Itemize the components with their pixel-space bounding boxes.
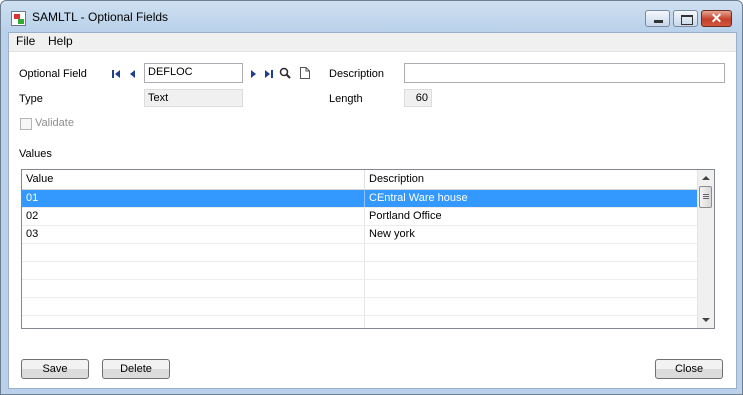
type-value: Text xyxy=(144,89,243,107)
window-title: SAMLTL - Optional Fields xyxy=(32,10,169,24)
empty-row[interactable] xyxy=(22,298,708,316)
title-bar[interactable]: SAMLTL - Optional Fields ✕ xyxy=(1,1,742,32)
close-button[interactable]: Close xyxy=(655,359,723,379)
minimize-icon xyxy=(654,20,663,23)
cell-value: 01 xyxy=(26,192,39,204)
menu-bar: File Help xyxy=(9,33,736,52)
cell-value: 02 xyxy=(26,210,39,222)
save-button[interactable]: Save xyxy=(21,359,89,379)
first-record-icon[interactable] xyxy=(111,67,122,81)
cell-description: New york xyxy=(364,226,708,243)
empty-cell xyxy=(364,298,708,315)
client-area: File Help Optional Field DEFLOC Descript… xyxy=(8,32,737,389)
scroll-up-icon[interactable] xyxy=(702,176,710,180)
search-icon[interactable] xyxy=(279,66,292,80)
validate-label: Validate xyxy=(35,117,74,129)
description-label: Description xyxy=(329,68,385,80)
optional-field-label: Optional Field xyxy=(19,68,87,80)
last-record-icon[interactable] xyxy=(263,67,274,81)
table-row[interactable]: 02 Portland Office xyxy=(22,208,708,226)
grid-header: Value Description xyxy=(22,170,708,190)
menu-help[interactable]: Help xyxy=(45,34,76,48)
menu-file[interactable]: File xyxy=(13,34,38,48)
delete-button[interactable]: Delete xyxy=(102,359,170,379)
previous-record-icon[interactable] xyxy=(127,67,138,81)
validate-checkbox[interactable] xyxy=(20,118,32,130)
scroll-down-icon[interactable] xyxy=(702,318,710,322)
optional-fields-window: SAMLTL - Optional Fields ✕ File Help Opt… xyxy=(0,0,743,395)
new-document-icon[interactable] xyxy=(299,66,311,80)
next-record-icon[interactable] xyxy=(248,67,259,81)
scroll-thumb[interactable] xyxy=(699,186,712,208)
empty-cell xyxy=(364,244,708,261)
empty-cell xyxy=(364,262,708,279)
empty-cell xyxy=(364,280,708,297)
description-input[interactable] xyxy=(404,63,725,83)
column-header-description[interactable]: Description xyxy=(364,170,708,189)
window-close-button[interactable]: ✕ xyxy=(701,10,732,27)
empty-row[interactable] xyxy=(22,280,708,298)
maximize-icon xyxy=(681,15,693,25)
length-label: Length xyxy=(329,93,363,105)
length-value: 60 xyxy=(404,89,432,107)
cell-description: CEntral Ware house xyxy=(364,190,708,207)
optional-field-input[interactable]: DEFLOC xyxy=(144,63,243,83)
cell-value: 03 xyxy=(26,228,39,240)
values-grid[interactable]: Value Description 01 CEntral Ware house … xyxy=(21,169,715,329)
cell-description: Portland Office xyxy=(364,208,708,225)
type-label: Type xyxy=(19,93,43,105)
close-icon: ✕ xyxy=(710,10,723,26)
column-header-value[interactable]: Value xyxy=(22,170,364,189)
vertical-scrollbar[interactable] xyxy=(697,170,714,328)
values-label: Values xyxy=(19,148,52,160)
empty-row[interactable] xyxy=(22,244,708,262)
minimize-button[interactable] xyxy=(645,10,670,27)
empty-row[interactable] xyxy=(22,316,708,328)
empty-row[interactable] xyxy=(22,262,708,280)
table-row[interactable]: 03 New york xyxy=(22,226,708,244)
empty-cell xyxy=(364,316,708,328)
table-row[interactable]: 01 CEntral Ware house xyxy=(22,190,708,208)
maximize-button[interactable] xyxy=(673,10,698,27)
app-icon xyxy=(11,11,26,26)
